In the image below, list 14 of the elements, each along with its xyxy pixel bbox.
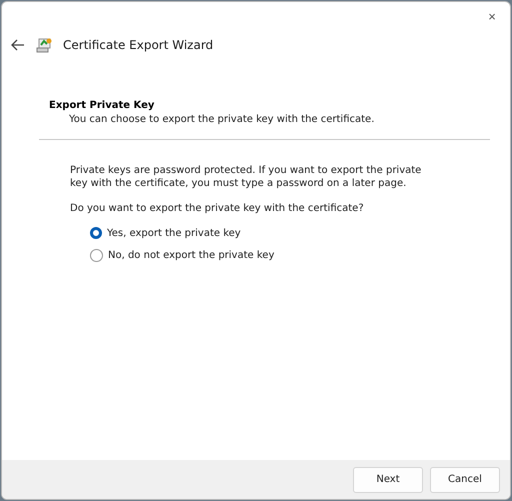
radio-button[interactable]: [90, 227, 102, 239]
page-subtitle: You can choose to export the private key with the certificate.: [68, 114, 376, 125]
info-text: Private keys are password protected. If you want to export the private key with the certificate, you must type a password on a later page.: [70, 164, 422, 190]
certificate-icon: [36, 37, 53, 53]
close-button[interactable]: ×: [480, 6, 504, 26]
radio-option[interactable]: No, do not export the private key: [90, 249, 274, 262]
back-button[interactable]: [10, 37, 26, 53]
question-text: Do you want to export the private key with the certificate?: [70, 202, 365, 215]
window-title: Certificate Export Wizard: [63, 38, 214, 52]
dialog-button[interactable]: Cancel: [430, 466, 500, 492]
radio-button[interactable]: [90, 249, 103, 262]
dialog-button[interactable]: Next: [353, 466, 423, 492]
page-heading: Export Private Key: [49, 100, 156, 111]
radio-option[interactable]: Yes, export the private key: [90, 227, 241, 239]
